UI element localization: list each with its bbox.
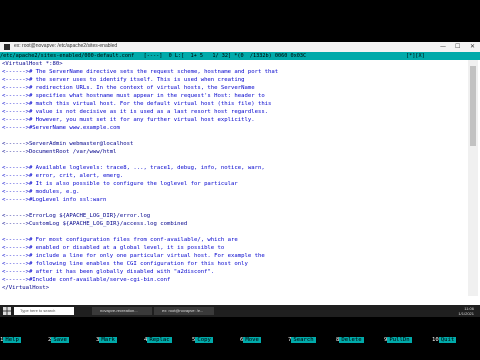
editor-line: <------># value is not decisive as it is… <box>2 109 269 115</box>
fkey-mark[interactable]: 3 Mark <box>96 336 117 344</box>
fkey-label: PullDn <box>387 337 412 343</box>
fkey-number: 10 <box>432 337 439 343</box>
editor-line: <------>DocumentRoot /var/www/html <box>2 149 117 155</box>
editor-line: <VirtualHost *:80> <box>2 61 63 67</box>
scrollbar-thumb[interactable] <box>470 66 476 146</box>
taskbar-clock: 11:06 1/1/2021 <box>458 306 474 316</box>
fkey-label: Delete <box>339 337 364 343</box>
editor-line: <------>#LogLevel info ssl:warn <box>2 197 107 203</box>
fkey-help[interactable]: 1 Help <box>0 336 21 344</box>
fkey-delete[interactable]: 8 Delete <box>336 336 364 344</box>
editor-line: <------># error, crit, alert, emerg. <box>2 173 124 179</box>
fkey-label: Copy <box>195 337 213 343</box>
editor-line: <------># redirection URLs. In the conte… <box>2 85 255 91</box>
editor-line: <------># include a line for only one pa… <box>2 253 265 259</box>
editor-line: <------># enabled or disabled at a globa… <box>2 245 225 251</box>
fkey-save[interactable]: 2 Save <box>48 336 69 344</box>
fkey-pulldn[interactable]: 9 PullDn <box>384 336 412 344</box>
close-button[interactable]: ✕ <box>470 43 475 50</box>
fkey-label: Help <box>3 337 21 343</box>
fkey-label: Search <box>291 337 316 343</box>
editor-text-area[interactable]: <VirtualHost *:80> <------># The ServerNa… <box>0 60 466 298</box>
fkey-label: Mark <box>99 337 117 343</box>
editor-status-bar: /etc/apache2/sites-enabled/000-default.c… <box>0 52 480 60</box>
editor-line: <------># the server uses to identify it… <box>2 77 245 83</box>
editor-line: <------># specifies what hostname must a… <box>2 93 265 99</box>
fkey-label: Quit <box>438 337 457 343</box>
fkey-search[interactable]: 7 Search <box>288 336 316 344</box>
window-title: ex: root@novapve: /etc/apache2/sites-ena… <box>14 43 118 49</box>
editor-line: </VirtualHost> <box>2 285 50 291</box>
fkey-label: Save <box>51 337 69 343</box>
fkey-quit[interactable]: 10 Quit <box>432 336 457 344</box>
editor-line: <------>#ServerName www.example.com <box>2 125 120 131</box>
clock-date: 1/1/2021 <box>458 311 474 316</box>
editor-line: <------># modules, e.g. <box>2 189 80 195</box>
editor-line: <------>CustomLog ${APACHE_LOG_DIR}/acce… <box>2 221 188 227</box>
fkey-label: Replac <box>147 337 172 343</box>
editor-line: <------># It is also possible to configu… <box>2 181 238 187</box>
editor-line: <------># For most configuration files f… <box>2 237 238 243</box>
fkey-label: Move <box>243 337 261 343</box>
fkey-move[interactable]: 6 Move <box>240 336 261 344</box>
editor-line: <------># However, you must set it for a… <box>2 117 255 123</box>
editor-line: <------># Available loglevels: trace8, .… <box>2 165 265 171</box>
taskbar-search-input[interactable]: Type here to search <box>14 307 74 315</box>
fkey-copy[interactable]: 5 Copy <box>192 336 213 344</box>
taskbar: Type here to search novapve-recreation..… <box>0 305 480 317</box>
editor-line: <------>#Include conf-available/serve-cg… <box>2 277 171 283</box>
maximize-button[interactable]: ☐ <box>455 43 460 50</box>
minimize-button[interactable]: — <box>440 43 446 50</box>
terminal-icon <box>4 44 10 50</box>
terminal-window: ex: root@novapve: /etc/apache2/sites-ena… <box>0 42 480 345</box>
editor-line: <------># following line enables the CGI… <box>2 261 248 267</box>
window-titlebar: ex: root@novapve: /etc/apache2/sites-ena… <box>0 42 480 52</box>
editor-line: <------>ErrorLog ${APACHE_LOG_DIR}/error… <box>2 213 151 219</box>
taskbar-app-1[interactable]: novapve-recreation... <box>92 307 152 315</box>
windows-start-icon[interactable] <box>3 307 11 315</box>
function-key-bar: 1 Help 2 Save 3 Mark 4 Replac 5 Copy 6 Move 7 Search 8… <box>0 335 480 345</box>
taskbar-app-2[interactable]: ex: root@novapve: /e... <box>154 307 214 315</box>
editor-line: <------>ServerAdmin webmaster@localhost <box>2 141 134 147</box>
editor-line: <------># after it has been globally dis… <box>2 269 215 275</box>
editor-line: <------># The ServerName directive sets … <box>2 69 279 75</box>
vertical-scrollbar[interactable] <box>468 60 478 296</box>
editor-line: <------># match this virtual host. For t… <box>2 101 272 107</box>
fkey-replac[interactable]: 4 Replac <box>144 336 172 344</box>
